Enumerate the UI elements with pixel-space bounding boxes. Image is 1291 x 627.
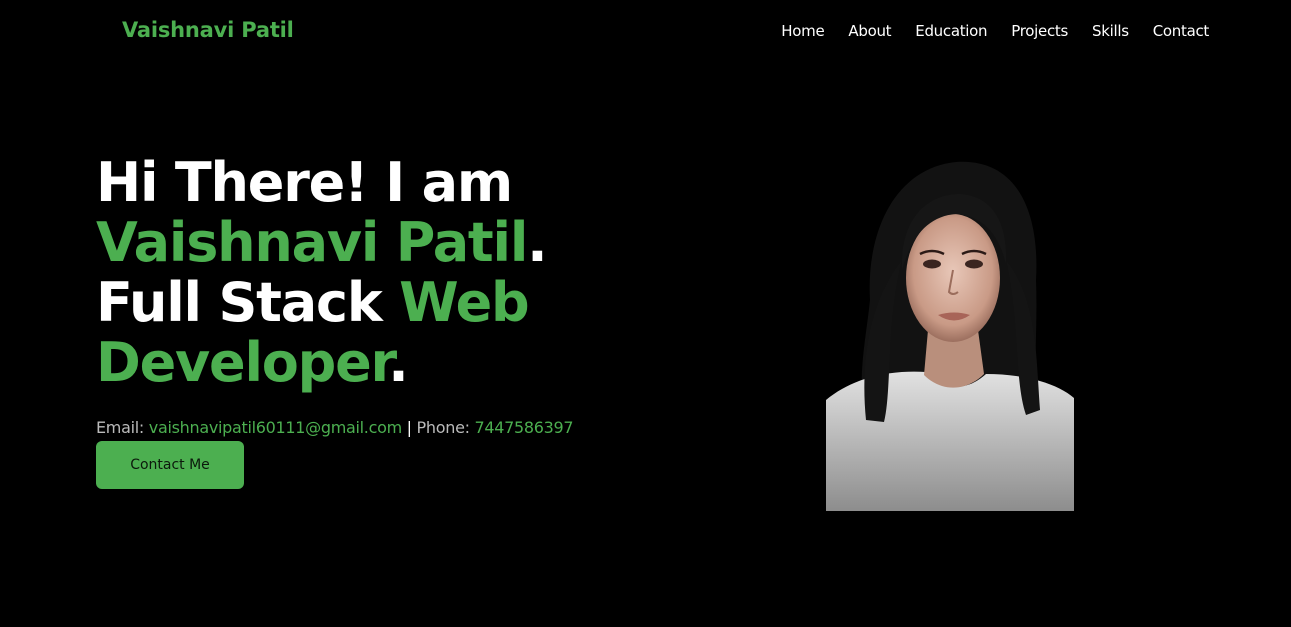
hero-headline: Hi There! I am Vaishnavi Patil. Full Sta… (96, 153, 656, 393)
nav-skills[interactable]: Skills (1092, 22, 1129, 40)
contact-me-button[interactable]: Contact Me (96, 441, 244, 489)
hero-name: Vaishnavi Patil (96, 211, 528, 274)
phone-link[interactable]: 7447586397 (475, 418, 574, 437)
brand-logo[interactable]: Vaishnavi Patil (122, 18, 294, 42)
email-label: Email: (96, 418, 144, 437)
profile-photo (826, 160, 1074, 511)
contact-separator: | (406, 418, 412, 437)
hero-role-prefix: Full Stack (96, 271, 383, 334)
nav-about[interactable]: About (848, 22, 891, 40)
hero-role-developer: Developer (96, 331, 389, 394)
page: Vaishnavi Patil Home About Education Pro… (0, 0, 1291, 627)
contact-info: Email: vaishnavipatil60111@gmail.com | P… (96, 418, 656, 437)
hero-role-web: Web (399, 271, 530, 334)
hero-role-period: . (388, 331, 409, 394)
site-header: Vaishnavi Patil Home About Education Pro… (0, 0, 1291, 62)
nav-home[interactable]: Home (781, 22, 824, 40)
nav-contact[interactable]: Contact (1153, 22, 1210, 40)
main-nav: Home About Education Projects Skills Con… (781, 21, 1209, 40)
hero-greeting: Hi There! I am (96, 151, 513, 214)
email-link[interactable]: vaishnavipatil60111@gmail.com (149, 418, 402, 437)
nav-projects[interactable]: Projects (1011, 22, 1068, 40)
nav-education[interactable]: Education (915, 22, 987, 40)
hero-name-period: . (527, 211, 548, 274)
hero-section: Hi There! I am Vaishnavi Patil. Full Sta… (96, 153, 656, 489)
phone-label: Phone: (416, 418, 470, 437)
